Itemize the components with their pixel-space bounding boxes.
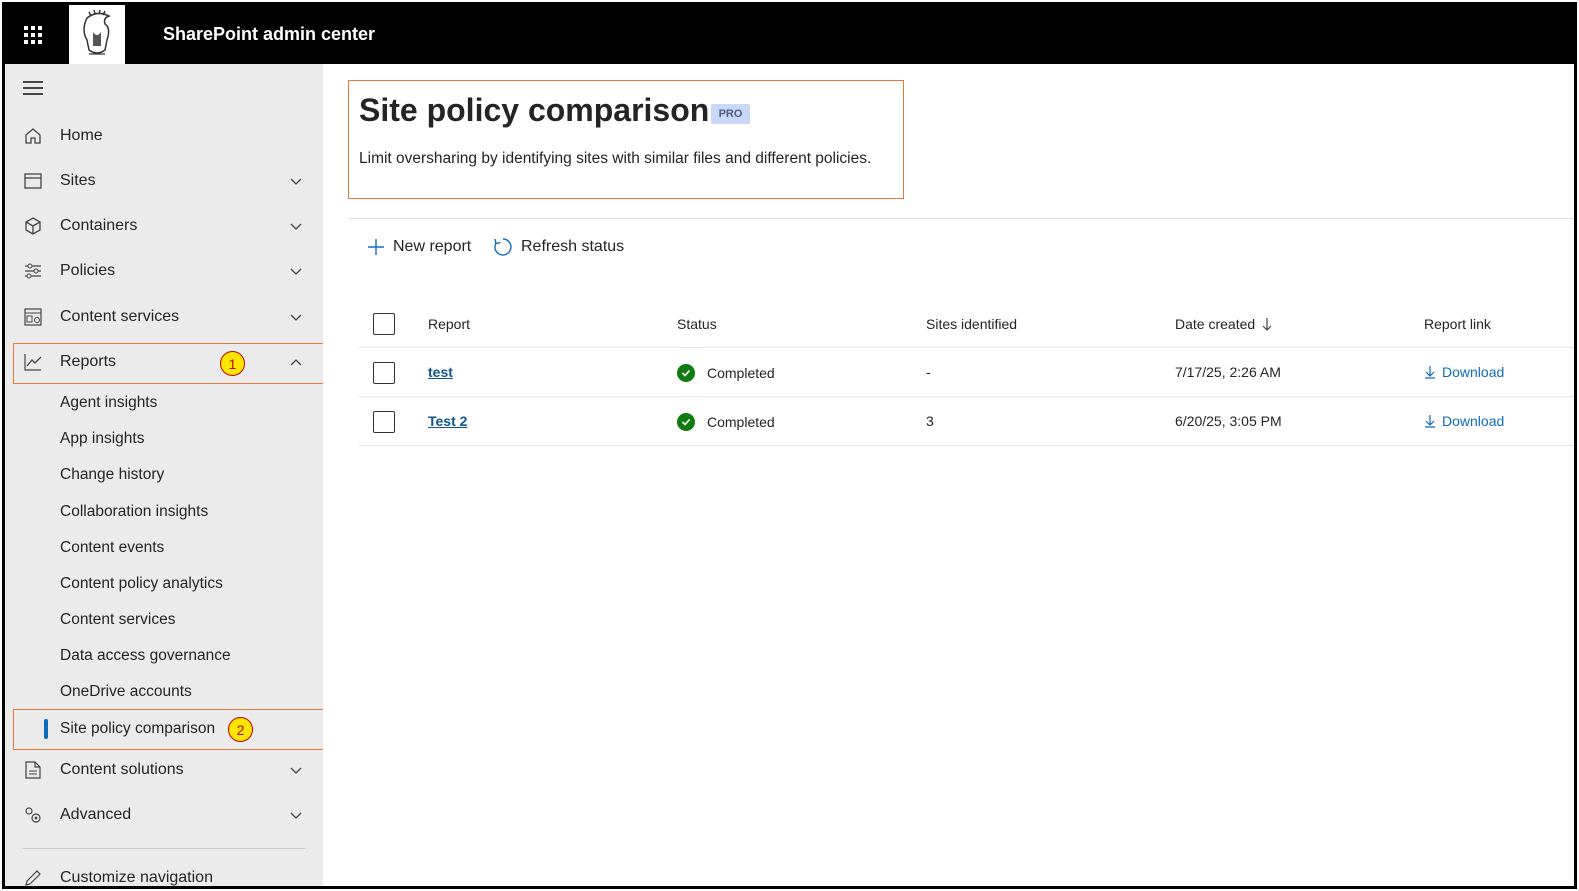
sliders-icon [23,261,43,281]
download-icon [1425,415,1435,428]
download-label: Download [1442,413,1505,429]
status-cell: Completed [677,364,775,382]
sidebar-item-label: Content services [60,308,180,325]
new-report-button[interactable]: New report [367,234,471,260]
sidebar-item-home[interactable]: Home [5,116,323,156]
spartan-helmet-icon [83,9,111,55]
chevron-down-icon [290,223,302,230]
sites-identified-cell: - [926,364,931,380]
report-name-link[interactable]: test [428,364,453,380]
date-created-cell: 6/20/25, 3:05 PM [1175,413,1282,429]
sidebar-subitem-content-policy-analytics[interactable]: Content policy analytics [60,575,223,593]
sidebar-subitem-content-events[interactable]: Content events [60,539,164,557]
org-logo[interactable] [69,5,125,64]
waffle-icon [24,25,42,44]
app-frame: SharePoint admin center Home Sites Conta… [2,2,1577,889]
sidebar-item-label: Containers [60,217,138,234]
cube-icon [23,216,43,236]
sort-descending-icon [1262,318,1272,331]
download-label: Download [1442,364,1505,380]
customize-navigation-button[interactable]: Customize navigation [5,858,323,886]
column-header-report-link[interactable]: Report link [1424,316,1491,332]
sidebar-item-policies[interactable]: Policies [5,251,323,291]
sidebar-item-content-services[interactable]: Content services [5,297,323,337]
sidebar-item-label: Policies [60,262,116,279]
chevron-down-icon [290,314,302,321]
sidebar-subitem-app-insights[interactable]: App insights [60,430,144,448]
new-report-label: New report [393,238,472,255]
download-link[interactable]: Download [1424,413,1504,429]
sidebar-item-advanced[interactable]: Advanced [5,795,323,835]
column-header-label: Date created [1175,316,1256,332]
chevron-down-icon [290,767,302,774]
sidebar-subitem-change-history[interactable]: Change history [60,466,164,484]
download-link[interactable]: Download [1424,364,1504,380]
column-header-report[interactable]: Report [428,316,470,332]
sites-identified-cell: 3 [926,413,934,429]
row-divider [359,445,1574,446]
sidebar-subitem-onedrive-accounts[interactable]: OneDrive accounts [60,683,192,701]
chevron-down-icon [290,812,302,819]
reports-highlight-box [13,343,343,384]
row-checkbox[interactable] [373,411,395,433]
home-icon [23,126,43,146]
document-icon [23,760,43,780]
hamburger-menu-icon[interactable] [23,81,43,99]
status-text: Completed [707,414,775,430]
site-policy-highlight-box [13,709,343,750]
row-divider [359,396,1574,397]
sidebar-subitem-collaboration-insights[interactable]: Collaboration insights [60,503,208,521]
content-services-icon [23,307,43,327]
date-created-cell: 7/17/25, 2:26 AM [1175,364,1281,380]
sidebar-subitem-agent-insights[interactable]: Agent insights [60,394,157,412]
column-header-sites-identified[interactable]: Sites identified [926,316,1017,332]
refresh-icon [494,238,512,256]
refresh-status-button[interactable]: Refresh status [493,234,624,260]
page-title: Site policy comparison [359,92,710,128]
sites-icon [23,171,43,191]
pencil-icon [23,868,43,886]
sidebar-item-sites[interactable]: Sites [5,161,323,201]
pro-badge: PRO [711,104,750,124]
download-icon [1425,366,1435,379]
report-name-link[interactable]: Test 2 [428,413,467,429]
check-circle-icon [677,364,695,382]
row-checkbox[interactable] [373,362,395,384]
top-bar: SharePoint admin center [5,5,1574,64]
refresh-status-label: Refresh status [521,238,625,255]
plus-icon [368,239,384,255]
column-header-status[interactable]: Status [677,316,717,332]
sidebar-item-label: Customize navigation [60,869,213,886]
check-circle-icon [677,413,695,431]
sidebar-item-label: Advanced [60,806,132,823]
gears-icon [23,805,43,825]
chevron-down-icon [290,178,302,185]
sidebar-subitem-data-access-governance[interactable]: Data access governance [60,647,231,665]
app-launcher-button[interactable] [5,5,61,64]
chevron-down-icon [290,268,302,275]
sidebar-subitem-content-services[interactable]: Content services [60,611,175,629]
app-title: SharePoint admin center [163,24,376,44]
step-1-badge: 1 [220,351,245,376]
sidebar-item-label: Content solutions [60,761,184,778]
select-all-checkbox[interactable] [373,313,395,335]
sidebar: Home Sites Containers Policies Content s… [5,64,343,886]
sidebar-item-label: Home [60,127,103,144]
sidebar-item-content-solutions[interactable]: Content solutions [5,750,323,790]
status-text: Completed [707,365,775,381]
page-subtitle: Limit oversharing by identifying sites w… [359,150,872,167]
sidebar-item-containers[interactable]: Containers [5,206,323,246]
sidebar-item-label: Sites [60,172,96,189]
column-header-date-created[interactable]: Date created [1175,316,1273,332]
step-2-badge: 2 [228,717,253,742]
sidebar-divider [23,848,305,849]
status-cell: Completed [677,413,775,431]
header-divider [349,218,1574,219]
main-content: Site policy comparison PRO Limit oversha… [323,64,1574,886]
table-header-divider [359,347,1574,348]
